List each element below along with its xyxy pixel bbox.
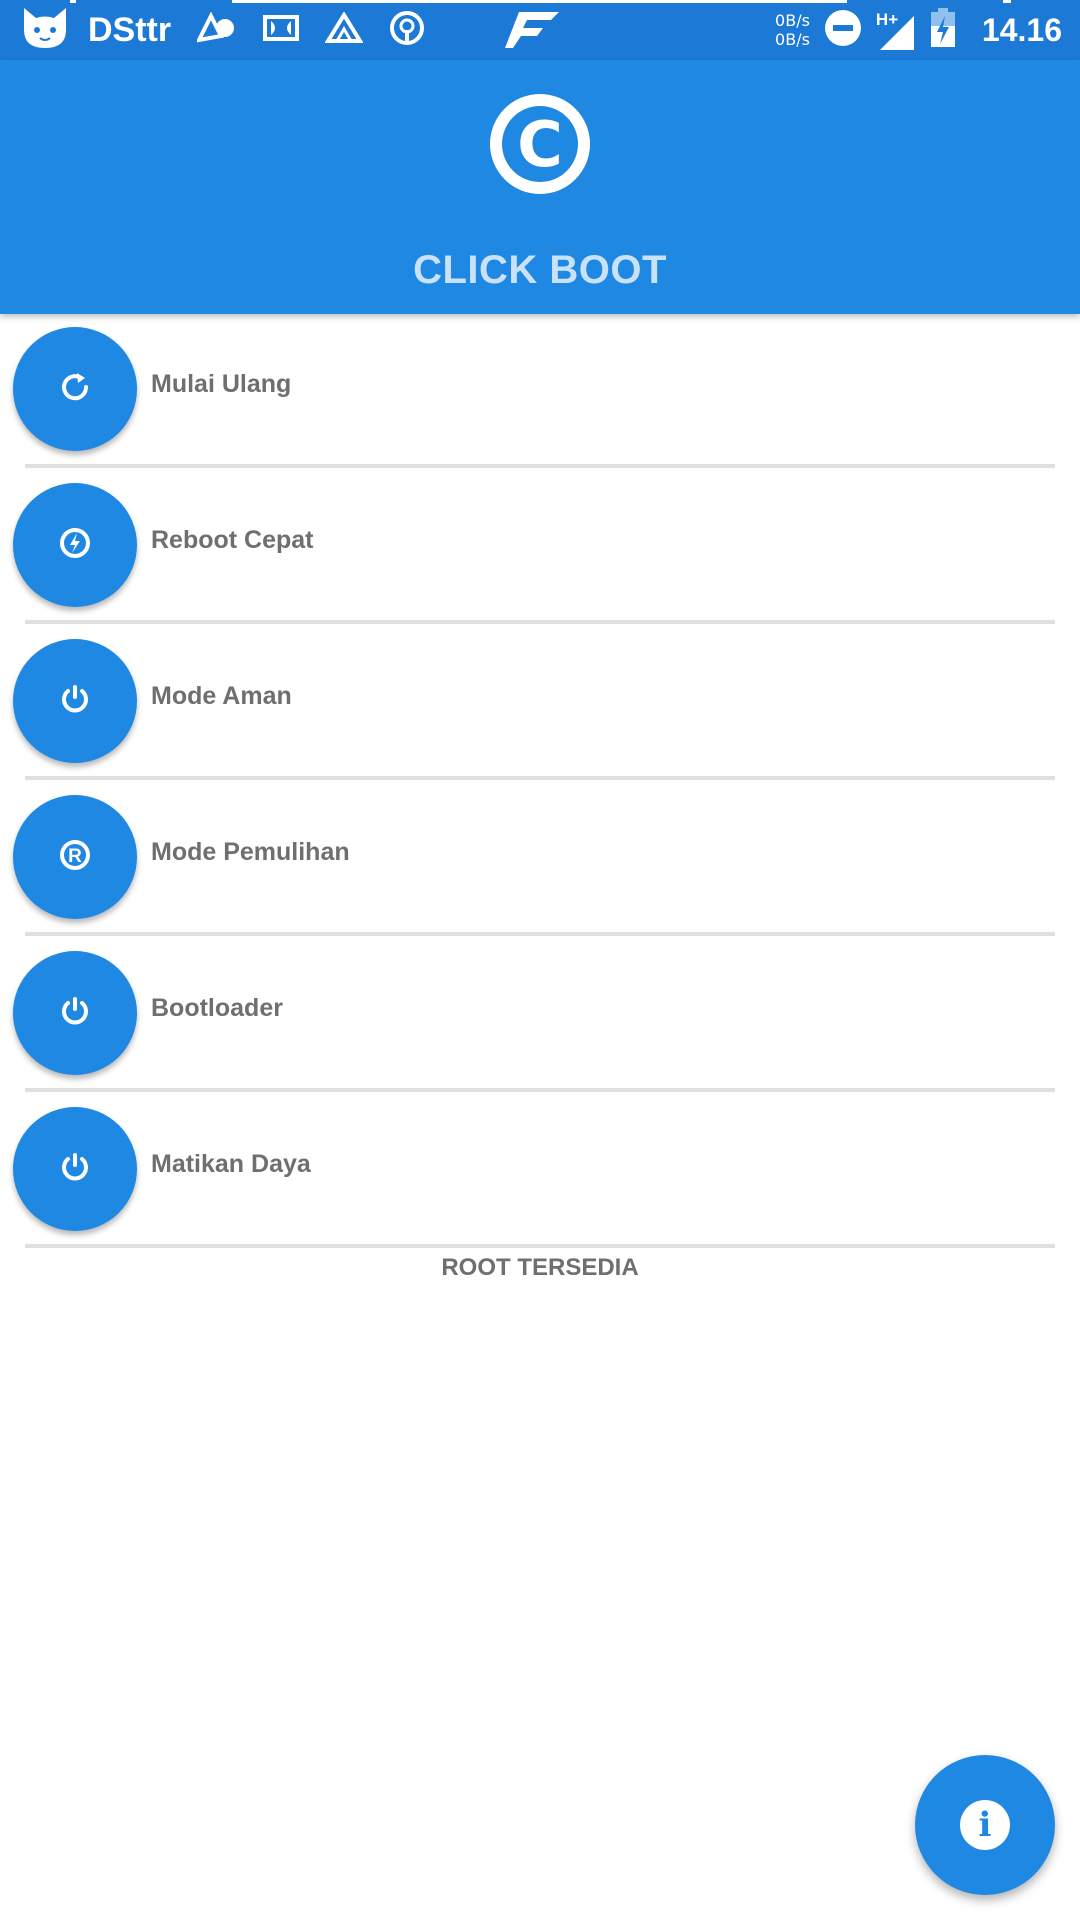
power-icon <box>57 993 93 1034</box>
bootloader-button[interactable] <box>13 951 137 1075</box>
app-title: CLICK BOOT <box>413 248 667 292</box>
menu-item-label: Mode Pemulihan <box>151 838 350 866</box>
recovery-mode-button[interactable]: R <box>13 795 137 919</box>
battery-charging-icon <box>930 7 956 53</box>
info-button[interactable]: i <box>915 1755 1055 1895</box>
app-header: C CLICK BOOT <box>0 60 1080 314</box>
fast-reboot-button[interactable] <box>13 483 137 607</box>
menu-item-mode-pemulihan[interactable]: R Mode Pemulihan <box>0 782 1080 938</box>
notification-triangle-icon <box>324 10 364 49</box>
speed-up-text: 0B/s <box>775 11 810 30</box>
safe-mode-button[interactable] <box>13 639 137 763</box>
app-logo-letter: C <box>502 106 578 182</box>
speed-down-text: 0B/s <box>775 30 810 49</box>
divider <box>25 620 1055 624</box>
recovery-icon: R <box>57 837 93 878</box>
power-off-button[interactable] <box>13 1107 137 1231</box>
cat-icon <box>20 6 70 55</box>
power-icon <box>57 1149 93 1190</box>
fast-reboot-icon <box>57 525 93 566</box>
menu-item-reboot-cepat[interactable]: Reboot Cepat <box>0 470 1080 626</box>
boot-options-list: Mulai Ulang Reboot Cepat Mode Aman R Mod… <box>0 314 1080 1250</box>
menu-item-matikan-daya[interactable]: Matikan Daya <box>0 1094 1080 1250</box>
power-icon <box>57 681 93 722</box>
mobile-signal-icon: H+ <box>876 8 916 52</box>
divider <box>25 776 1055 780</box>
menu-item-label: Matikan Daya <box>151 1150 311 1178</box>
app-logo-icon: C <box>490 94 590 194</box>
status-bar: DSttr 0B/s 0B/s H+ 14.16 <box>0 0 1080 60</box>
divider <box>25 1088 1055 1092</box>
network-speed: 0B/s 0B/s <box>775 11 810 49</box>
divider <box>25 464 1055 468</box>
restart-icon <box>57 369 93 410</box>
root-status-text: ROOT TERSEDIA <box>441 1254 639 1281</box>
dolby-icon <box>263 14 300 47</box>
menu-item-label: Reboot Cepat <box>151 526 314 554</box>
menu-item-mulai-ulang[interactable]: Mulai Ulang <box>0 314 1080 470</box>
divider <box>25 932 1055 936</box>
menu-item-label: Bootloader <box>151 994 283 1022</box>
menu-item-label: Mode Aman <box>151 682 292 710</box>
divider <box>25 1244 1055 1248</box>
notification-app-icon <box>195 11 237 49</box>
status-bar-indicator <box>232 0 847 3</box>
status-bar-indicator <box>70 0 76 3</box>
do-not-disturb-icon <box>824 9 862 52</box>
menu-item-mode-aman[interactable]: Mode Aman <box>0 626 1080 782</box>
restart-button[interactable] <box>13 327 137 451</box>
clock-time: 14.16 <box>981 11 1062 48</box>
info-icon: i <box>960 1800 1010 1850</box>
menu-item-bootloader[interactable]: Bootloader <box>0 938 1080 1094</box>
notification-logo-icon <box>505 10 561 55</box>
carrier-name: DSttr <box>88 10 172 49</box>
svg-text:R: R <box>68 846 82 867</box>
podcast-icon <box>389 10 425 51</box>
menu-item-label: Mulai Ulang <box>151 370 292 398</box>
